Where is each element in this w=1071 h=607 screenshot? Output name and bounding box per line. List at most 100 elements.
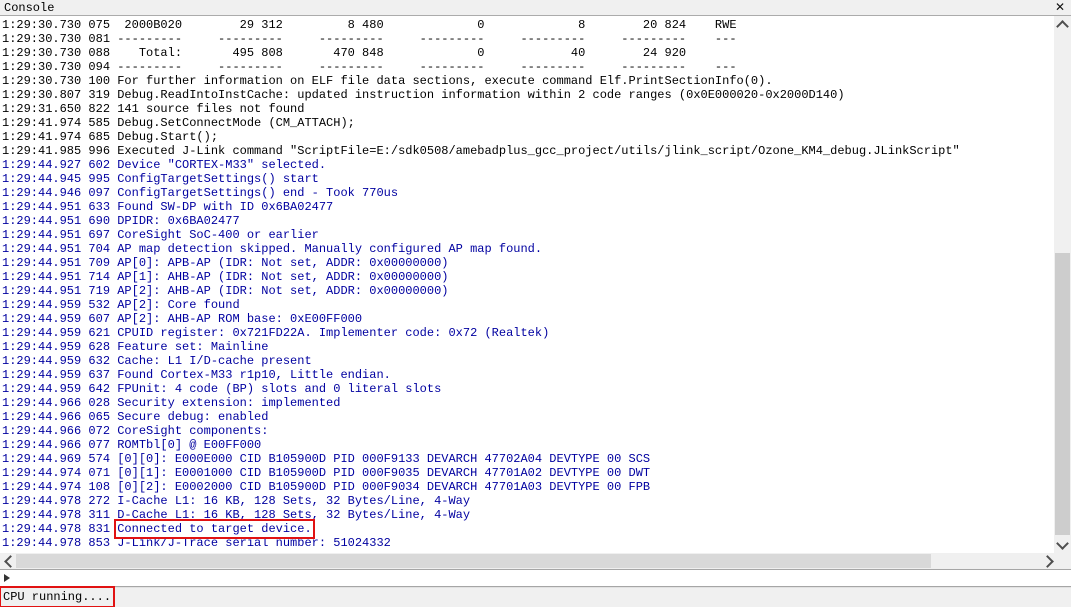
log-timestamp: 1:29:41.974 685: [2, 130, 117, 144]
log-line: 1:29:41.985 996 Executed J-Link command …: [2, 144, 1054, 158]
log-line: 1:29:44.951 704 AP map detection skipped…: [2, 242, 1054, 256]
log-message: [0][0]: E000E000 CID B105900D PID 000F91…: [117, 452, 650, 466]
log-timestamp: 1:29:41.974 585: [2, 116, 117, 130]
log-line: 1:29:44.951 714 AP[1]: AHB-AP (IDR: Not …: [2, 270, 1054, 284]
panel-titlebar: Console ✕: [0, 0, 1071, 16]
vertical-scrollbar[interactable]: [1054, 16, 1071, 553]
scroll-up-button[interactable]: [1054, 16, 1071, 32]
horizontal-scrollbar-thumb[interactable]: [16, 554, 931, 568]
log-message: Executed J-Link command "ScriptFile=E:/s…: [117, 144, 960, 158]
log-line: 1:29:44.978 853 J-Link/J-Trace serial nu…: [2, 536, 1054, 550]
log-message: CPUID register: 0x721FD22A. Implementer …: [117, 326, 549, 340]
chevron-down-icon: [1056, 537, 1069, 550]
log-timestamp: 1:29:44.951 714: [2, 270, 117, 284]
log-line: 1:29:41.974 685 Debug.Start();: [2, 130, 1054, 144]
log-timestamp: 1:29:44.966 072: [2, 424, 117, 438]
log-message: Cache: L1 I/D-cache present: [117, 354, 311, 368]
log-timestamp: 1:29:44.974 108: [2, 480, 117, 494]
log-message: --------- --------- --------- --------- …: [117, 32, 736, 46]
log-message: 2000B020 29 312 8 480 0 8 20 824 RWE: [117, 18, 736, 32]
log-timestamp: 1:29:30.730 075: [2, 18, 117, 32]
log-message: ROMTbl[0] @ E00FF000: [117, 438, 261, 452]
log-timestamp: 1:29:44.959 532: [2, 298, 117, 312]
log-line: 1:29:44.951 709 AP[0]: APB-AP (IDR: Not …: [2, 256, 1054, 270]
log-timestamp: 1:29:44.966 065: [2, 410, 117, 424]
chevron-right-icon: [1041, 555, 1054, 568]
log-timestamp: 1:29:44.974 071: [2, 466, 117, 480]
log-line: 1:29:44.974 071 [0][1]: E0001000 CID B10…: [2, 466, 1054, 480]
log-message: J-Link/J-Trace serial number: 51024332: [117, 536, 391, 550]
log-line: 1:29:44.959 607 AP[2]: AHB-AP ROM base: …: [2, 312, 1054, 326]
log-timestamp: 1:29:44.959 632: [2, 354, 117, 368]
log-line: 1:29:44.966 072 CoreSight components:: [2, 424, 1054, 438]
log-line: 1:29:30.730 094 --------- --------- ----…: [2, 60, 1054, 74]
log-message: Secure debug: enabled: [117, 410, 268, 424]
log-line: 1:29:44.927 602 Device "CORTEX-M33" sele…: [2, 158, 1054, 172]
log-line: 1:29:41.974 585 Debug.SetConnectMode (CM…: [2, 116, 1054, 130]
log-line: 1:29:44.978 311 D-Cache L1: 16 KB, 128 S…: [2, 508, 1054, 522]
log-line: 1:29:44.951 633 Found SW-DP with ID 0x6B…: [2, 200, 1054, 214]
log-message: D-Cache L1: 16 KB, 128 Sets, 32 Bytes/Li…: [117, 508, 470, 522]
log-message: --------- --------- --------- --------- …: [117, 60, 736, 74]
log-timestamp: 1:29:44.951 690: [2, 214, 117, 228]
log-timestamp: 1:29:30.730 088: [2, 46, 117, 60]
log-message: AP[2]: AHB-AP (IDR: Not set, ADDR: 0x000…: [117, 284, 448, 298]
log-line: 1:29:44.966 028 Security extension: impl…: [2, 396, 1054, 410]
log-message: [0][1]: E0001000 CID B105900D PID 000F90…: [117, 466, 650, 480]
log-timestamp: 1:29:44.966 028: [2, 396, 117, 410]
log-line: 1:29:44.959 628 Feature set: Mainline: [2, 340, 1054, 354]
log-line: 1:29:30.730 100 For further information …: [2, 74, 1054, 88]
log-line: 1:29:44.978 272 I-Cache L1: 16 KB, 128 S…: [2, 494, 1054, 508]
log-message: Security extension: implemented: [117, 396, 340, 410]
log-timestamp: 1:29:44.951 697: [2, 228, 117, 242]
log-message: AP[2]: AHB-AP ROM base: 0xE00FF000: [117, 312, 362, 326]
prompt-icon: [4, 574, 10, 582]
status-bar: CPU running....: [0, 588, 1071, 607]
panel-title: Console: [4, 1, 54, 15]
log-line: 1:29:44.978 831 Connected to target devi…: [2, 522, 1054, 536]
log-lines: 1:29:30.730 075 2000B020 29 312 8 480 0 …: [2, 18, 1054, 550]
log-timestamp: 1:29:30.807 319: [2, 88, 117, 102]
console-log[interactable]: 1:29:30.730 075 2000B020 29 312 8 480 0 …: [0, 16, 1054, 553]
log-message: Debug.SetConnectMode (CM_ATTACH);: [117, 116, 355, 130]
log-timestamp: 1:29:44.951 709: [2, 256, 117, 270]
log-line: 1:29:30.730 081 --------- --------- ----…: [2, 32, 1054, 46]
log-line: 1:29:44.959 632 Cache: L1 I/D-cache pres…: [2, 354, 1054, 368]
log-timestamp: 1:29:44.951 719: [2, 284, 117, 298]
log-line: 1:29:44.951 719 AP[2]: AHB-AP (IDR: Not …: [2, 284, 1054, 298]
log-timestamp: 1:29:30.730 094: [2, 60, 117, 74]
log-message: AP[0]: APB-AP (IDR: Not set, ADDR: 0x000…: [117, 256, 448, 270]
close-icon[interactable]: ✕: [1053, 0, 1067, 15]
scroll-right-button[interactable]: [1038, 553, 1054, 569]
log-line: 1:29:31.650 822 141 source files not fou…: [2, 102, 1054, 116]
log-timestamp: 1:29:31.650 822: [2, 102, 117, 116]
scroll-left-button[interactable]: [0, 553, 16, 569]
log-message: Debug.ReadIntoInstCache: updated instruc…: [117, 88, 844, 102]
log-message: 141 source files not found: [117, 102, 304, 116]
log-timestamp: 1:29:44.959 628: [2, 340, 117, 354]
log-message: Found SW-DP with ID 0x6BA02477: [117, 200, 333, 214]
log-timestamp: 1:29:44.978 853: [2, 536, 117, 550]
scroll-down-button[interactable]: [1054, 537, 1071, 553]
log-timestamp: 1:29:44.959 621: [2, 326, 117, 340]
log-message: Device "CORTEX-M33" selected.: [117, 158, 326, 172]
chevron-up-icon: [1056, 20, 1069, 33]
log-message: Total: 495 808 470 848 0 40 24 920: [117, 46, 686, 60]
log-timestamp: 1:29:44.978 831: [2, 522, 117, 536]
log-message: CoreSight components:: [117, 424, 268, 438]
log-message: AP map detection skipped. Manually confi…: [117, 242, 542, 256]
log-timestamp: 1:29:44.978 272: [2, 494, 117, 508]
log-timestamp: 1:29:44.946 097: [2, 186, 117, 200]
horizontal-scrollbar[interactable]: [0, 553, 1071, 569]
log-line: 1:29:44.945 995 ConfigTargetSettings() s…: [2, 172, 1054, 186]
log-line: 1:29:44.951 690 DPIDR: 0x6BA02477: [2, 214, 1054, 228]
vertical-scrollbar-thumb[interactable]: [1055, 253, 1070, 535]
log-line: 1:29:30.807 319 Debug.ReadIntoInstCache:…: [2, 88, 1054, 102]
log-line: 1:29:44.966 065 Secure debug: enabled: [2, 410, 1054, 424]
command-input[interactable]: [14, 570, 1054, 586]
log-message: CoreSight SoC-400 or earlier: [117, 228, 319, 242]
log-message: For further information on ELF file data…: [117, 74, 772, 88]
log-line: 1:29:44.974 108 [0][2]: E0002000 CID B10…: [2, 480, 1054, 494]
log-message: Debug.Start();: [117, 130, 218, 144]
log-line: 1:29:30.730 088 Total: 495 808 470 848 0…: [2, 46, 1054, 60]
